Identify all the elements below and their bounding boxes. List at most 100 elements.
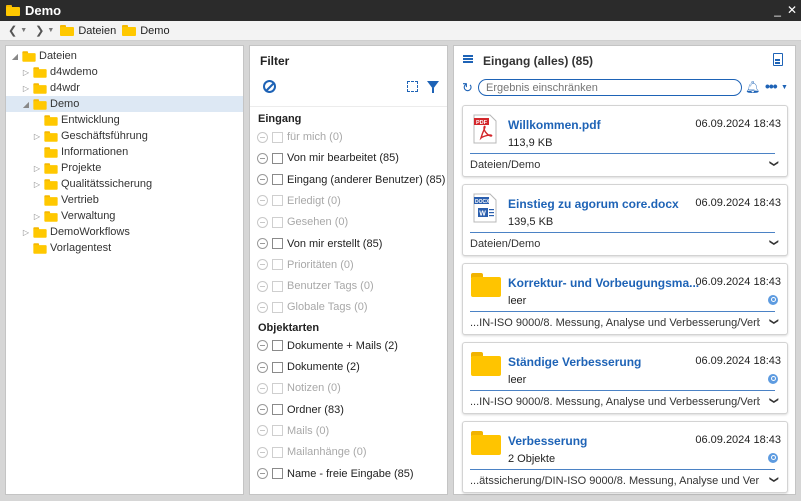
result-title[interactable]: Willkommen.pdf bbox=[508, 118, 601, 132]
exclude-icon[interactable] bbox=[257, 404, 268, 416]
folder-icon bbox=[60, 25, 75, 36]
tree-item[interactable]: ▷ Qualitätssicherung bbox=[6, 176, 243, 192]
filter-item[interactable]: Eingang (anderer Benutzer) (85) bbox=[257, 171, 445, 189]
filter-checkbox[interactable] bbox=[272, 404, 283, 416]
expand-toggle-icon[interactable]: ▷ bbox=[32, 132, 42, 141]
document-icon[interactable] bbox=[773, 53, 783, 66]
expand-toggle-icon[interactable]: ◢ bbox=[21, 100, 31, 109]
folder-icon bbox=[44, 210, 58, 222]
folder-icon bbox=[44, 146, 58, 158]
filter-item-label: Eingang (anderer Benutzer) (85) bbox=[287, 173, 446, 186]
menu-icon[interactable] bbox=[463, 55, 473, 63]
folder-icon bbox=[471, 352, 501, 376]
forward-history-icon[interactable]: ▼ bbox=[47, 27, 54, 34]
folder-icon bbox=[122, 25, 137, 36]
filter-item[interactable]: Dokumente + Mails (2) bbox=[257, 337, 398, 355]
filter-toolbar bbox=[250, 78, 447, 98]
filter-checkbox[interactable] bbox=[272, 152, 283, 164]
expand-toggle-icon[interactable]: ▷ bbox=[32, 212, 42, 221]
result-subtitle: leer bbox=[508, 295, 527, 307]
filter-checkbox[interactable] bbox=[272, 238, 283, 249]
chevron-down-icon[interactable]: ❯ bbox=[769, 397, 780, 405]
divider bbox=[470, 469, 775, 470]
expand-toggle-icon[interactable]: ▷ bbox=[32, 180, 42, 189]
tree-item[interactable]: ▷ d4wdemo bbox=[6, 64, 243, 80]
bell-icon[interactable]: 🔔︎ bbox=[745, 80, 760, 94]
exclude-icon[interactable] bbox=[257, 152, 268, 164]
clear-filter-icon[interactable] bbox=[263, 80, 276, 93]
result-card[interactable]: Verbesserung 06.09.2024 18:43 2 Objekte...… bbox=[462, 421, 788, 493]
result-title[interactable]: Verbesserung bbox=[508, 434, 587, 448]
chevron-down-icon[interactable]: ❯ bbox=[769, 318, 780, 326]
tree-item[interactable]: ▷ DemoWorkflows bbox=[6, 224, 243, 240]
refresh-icon[interactable]: ↻ bbox=[462, 80, 473, 96]
back-history-icon[interactable]: ▼ bbox=[20, 27, 27, 34]
expand-toggle-icon[interactable]: ▷ bbox=[21, 68, 31, 77]
filter-checkbox[interactable] bbox=[272, 174, 283, 186]
filter-item: Benutzer Tags (0) bbox=[257, 277, 374, 295]
result-card[interactable]: Ständige Verbesserung 06.09.2024 18:43 lee… bbox=[462, 342, 788, 414]
filter-checkbox[interactable] bbox=[272, 468, 283, 479]
chevron-down-icon[interactable]: ▼ bbox=[781, 84, 788, 91]
close-button[interactable]: ✕ bbox=[787, 2, 797, 18]
exclude-icon[interactable] bbox=[257, 174, 268, 186]
expand-toggle-icon[interactable]: ▷ bbox=[21, 84, 31, 93]
search-icon[interactable] bbox=[768, 453, 778, 463]
filter-checkbox bbox=[272, 446, 283, 458]
exclude-icon[interactable] bbox=[257, 468, 268, 479]
result-card[interactable]: Korrektur- und Vorbeugungsma... 06.09.202… bbox=[462, 263, 788, 335]
search-icon[interactable] bbox=[768, 295, 778, 305]
minimize-button[interactable]: _ bbox=[774, 2, 781, 18]
exclude-icon[interactable] bbox=[257, 361, 268, 373]
tree-item[interactable]: Informationen bbox=[6, 144, 243, 160]
filter-item[interactable]: Von mir erstellt (85) bbox=[257, 235, 382, 253]
expand-toggle-icon[interactable]: ▷ bbox=[21, 228, 31, 237]
tree-item[interactable]: ▷ Verwaltung bbox=[6, 208, 243, 224]
filter-checkbox bbox=[272, 216, 283, 228]
forward-icon[interactable]: ❯ bbox=[35, 24, 44, 37]
filter-item[interactable]: Ordner (83) bbox=[257, 401, 344, 419]
more-options-icon[interactable]: ••• bbox=[765, 78, 778, 94]
exclude-icon bbox=[257, 195, 268, 207]
breadcrumb-item-demo[interactable]: Demo bbox=[122, 25, 170, 37]
filter-item[interactable]: Von mir bearbeitet (85) bbox=[257, 149, 399, 167]
filter-checkbox[interactable] bbox=[272, 340, 283, 352]
select-filter-icon[interactable] bbox=[407, 81, 418, 92]
result-card[interactable]: DOCX W Einstieg zu agorum core.docx 06.09.2… bbox=[462, 184, 788, 256]
filter-item-label: Mailanhänge (0) bbox=[287, 446, 367, 459]
results-title: Eingang (alles) (85) bbox=[483, 54, 594, 68]
expand-toggle-icon[interactable]: ◢ bbox=[10, 52, 20, 61]
funnel-icon[interactable] bbox=[427, 81, 439, 93]
result-subtitle: leer bbox=[508, 374, 527, 386]
tree-item[interactable]: ◢ Demo bbox=[6, 96, 243, 112]
exclude-icon[interactable] bbox=[257, 340, 268, 352]
filter-checkbox[interactable] bbox=[272, 361, 283, 373]
search-input[interactable] bbox=[478, 79, 742, 96]
exclude-icon[interactable] bbox=[257, 238, 268, 249]
tree-item[interactable]: Entwicklung bbox=[6, 112, 243, 128]
chevron-down-icon[interactable]: ❯ bbox=[769, 239, 780, 247]
filter-item-label: Benutzer Tags (0) bbox=[287, 280, 374, 293]
tree-item[interactable]: ◢ Dateien bbox=[6, 48, 243, 64]
results-header: Eingang (alles) (85) bbox=[454, 46, 795, 74]
folder-tree: ◢ Dateien ▷ d4wdemo ▷ d4wdr ◢ Demo Entwicklung ▷ G… bbox=[5, 45, 244, 495]
tree-item[interactable]: ▷ Geschäftsführung bbox=[6, 128, 243, 144]
tree-item[interactable]: ▷ Projekte bbox=[6, 160, 243, 176]
chevron-down-icon[interactable]: ❯ bbox=[769, 160, 780, 168]
filter-title: Filter bbox=[260, 54, 290, 68]
search-icon[interactable] bbox=[768, 374, 778, 384]
result-title[interactable]: Korrektur- und Vorbeugungsma... bbox=[508, 276, 699, 290]
chevron-down-icon[interactable]: ❯ bbox=[769, 476, 780, 484]
back-icon[interactable]: ❮ bbox=[8, 24, 17, 37]
result-card[interactable]: PDF Willkommen.pdf 06.09.2024 18:43 113,9 K… bbox=[462, 105, 788, 177]
result-title[interactable]: Ständige Verbesserung bbox=[508, 355, 641, 369]
tree-item[interactable]: ▷ d4wdr bbox=[6, 80, 243, 96]
result-title[interactable]: Einstieg zu agorum core.docx bbox=[508, 197, 679, 211]
breadcrumb-item-dateien[interactable]: Dateien bbox=[60, 25, 116, 37]
tree-item[interactable]: Vorlagentest bbox=[6, 240, 243, 256]
expand-toggle-icon[interactable]: ▷ bbox=[32, 164, 42, 173]
filter-item[interactable]: Name - freie Eingabe (85) bbox=[257, 465, 414, 483]
folder-icon bbox=[22, 50, 36, 62]
filter-item[interactable]: Dokumente (2) bbox=[257, 358, 360, 376]
tree-item[interactable]: Vertrieb bbox=[6, 192, 243, 208]
